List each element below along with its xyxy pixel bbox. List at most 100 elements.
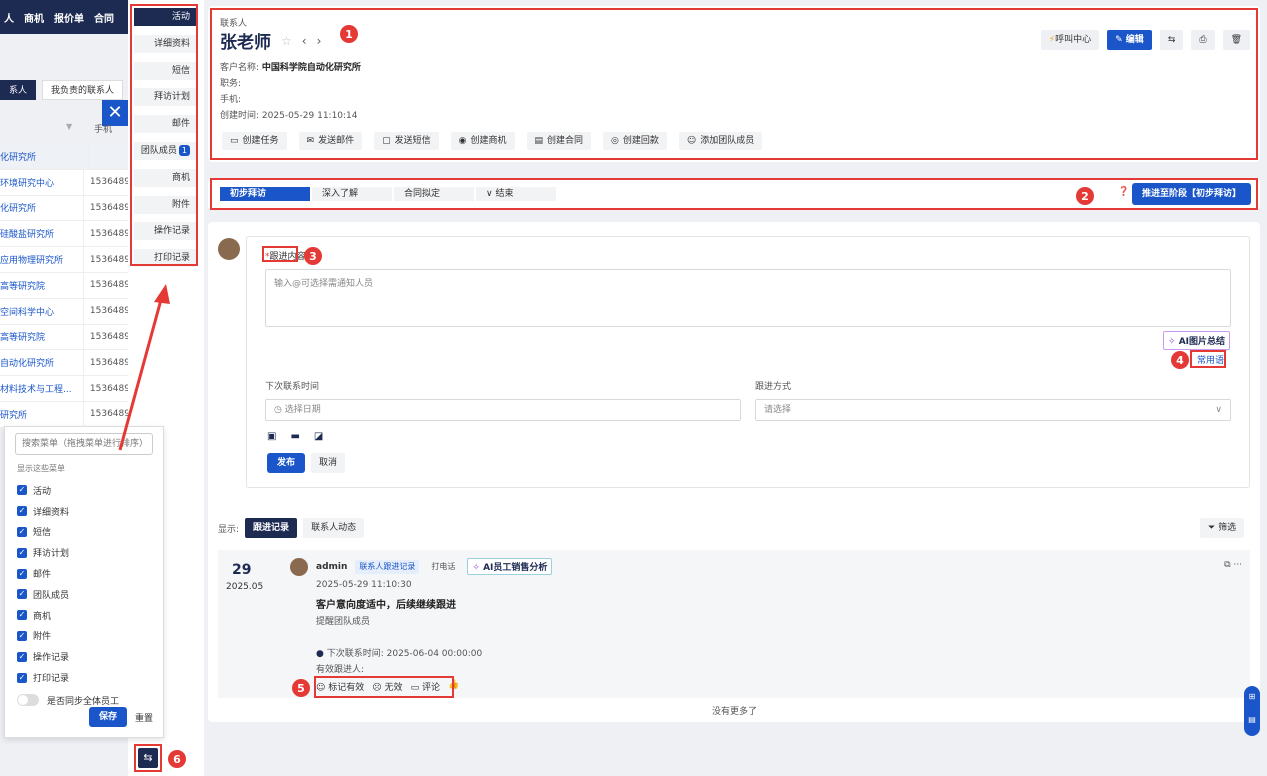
filter-button[interactable]: ⏷ 筛选 (1200, 518, 1245, 538)
nav-item-quote[interactable]: 报价单 (54, 10, 84, 25)
table-row[interactable]: 硅酸盐研究所 1536489 (0, 221, 130, 248)
image-icon[interactable]: ▣ (267, 431, 276, 442)
menu-checkbox-row[interactable]: ✓ 商机 (13, 605, 155, 626)
menu-checkbox-row[interactable]: ✓ 操作记录 (13, 646, 155, 667)
tab-contact-activity[interactable]: 联系人动态 (303, 518, 365, 538)
checkbox-icon[interactable]: ✓ (17, 672, 27, 683)
nav-item-opportunity[interactable]: 商机 (24, 10, 44, 25)
checkbox-icon[interactable]: ✓ (17, 651, 27, 662)
stage-item[interactable]: 初步拜访 (220, 187, 310, 201)
checkbox-icon[interactable]: ✓ (17, 568, 27, 579)
side-menu-item[interactable]: 短信 (134, 61, 196, 80)
chevron-down-icon: ∨ (486, 189, 493, 199)
add-team-member-button[interactable]: ☺ 添加团队成员 (678, 132, 763, 150)
menu-checkbox-row[interactable]: ✓ 打印记录 (13, 667, 155, 688)
target-icon: ◉ (458, 136, 467, 146)
avatar (290, 558, 308, 576)
delete-icon[interactable]: 🗑 (1222, 30, 1250, 50)
customer-value[interactable]: 中国科学院自动化研究所 (262, 63, 361, 73)
sort-caret-icon[interactable]: ▼ (66, 122, 72, 131)
ai-icon: ✧ (472, 563, 480, 573)
side-menu-item[interactable]: 打印记录 (134, 249, 196, 268)
grid-icon[interactable]: ⊞ (1244, 692, 1260, 701)
checkbox-icon[interactable]: ✓ (17, 506, 27, 517)
common-phrases-link[interactable]: 常用语 (1197, 353, 1224, 366)
create-contract-button[interactable]: ▤ 创建合同 (526, 132, 592, 150)
send-email-button[interactable]: ✉ 发送邮件 (298, 132, 363, 150)
nav-item[interactable]: 人 (4, 10, 14, 25)
method-label: 跟进方式 (755, 382, 792, 392)
print-icon[interactable]: ⎙ (1191, 30, 1215, 50)
book-icon[interactable]: ▤ (1244, 715, 1260, 724)
checkbox-icon[interactable]: ✓ (17, 485, 27, 496)
floating-toolbar[interactable]: ⊞ ▤ (1244, 686, 1260, 736)
table-row[interactable]: 环境研究中心 1536489 (0, 169, 130, 196)
table-row[interactable]: 应用物理研究所 1536489 (0, 247, 130, 273)
calendar-icon: ▭ (230, 136, 239, 146)
checkbox-icon[interactable]: ✓ (17, 589, 27, 600)
menu-checkbox-row[interactable]: ✓ 邮件 (13, 563, 155, 584)
reset-button[interactable]: 重置 (135, 711, 153, 724)
ai-analysis-button[interactable]: ✧ AI员工销售分析 (467, 558, 553, 575)
side-menu-item[interactable]: 邮件 (134, 115, 196, 134)
create-opportunity-button[interactable]: ◉ 创建商机 (450, 132, 515, 150)
side-menu-item[interactable]: 详细资料 (134, 34, 196, 53)
more-options-icon[interactable]: ⧉ ··· (1224, 560, 1242, 570)
folder-icon[interactable]: ▬ (290, 431, 299, 442)
publish-button[interactable]: 发布 (267, 453, 306, 473)
side-menu-item-team[interactable]: 团队成员 1 (134, 141, 196, 160)
tab-followup-records[interactable]: 跟进记录 (245, 518, 298, 538)
side-menu-item[interactable]: 操作记录 (134, 222, 196, 241)
prev-icon[interactable]: ‹ (302, 34, 307, 48)
menu-checkbox-row[interactable]: ✓ 活动 (13, 480, 155, 501)
checkbox-icon[interactable]: ✓ (17, 610, 27, 621)
next-icon[interactable]: › (317, 34, 322, 48)
send-sms-button[interactable]: ▢ 发送短信 (374, 132, 439, 150)
menu-checkbox-row[interactable]: ✓ 拜访计划 (13, 542, 155, 563)
checkbox-icon[interactable]: ✓ (17, 547, 27, 558)
side-menu-item[interactable]: 商机 (134, 168, 196, 187)
side-menu-item[interactable]: 附件 (134, 195, 196, 214)
menu-checkbox-row[interactable]: ✓ 短信 (13, 522, 155, 543)
mark-invalid-button[interactable]: ☹ 无效 (372, 680, 402, 693)
create-task-button[interactable]: ▭ 创建任务 (222, 132, 287, 150)
comment-button[interactable]: ▭ 评论 (411, 680, 440, 693)
stage-item[interactable]: 深入了解 (312, 187, 392, 201)
edit-button[interactable]: ✎ 编辑 (1107, 30, 1152, 50)
tab-my-contacts[interactable]: 我负责的联系人 (42, 80, 124, 100)
tab-contacts[interactable]: 系人 (0, 80, 37, 100)
menu-checkbox-row[interactable]: ✓ 详细资料 (13, 501, 155, 522)
menu-checkbox-row[interactable]: ✓ 附件 (13, 626, 155, 647)
mark-valid-button[interactable]: ☺ 标记有效 (316, 680, 364, 693)
side-menu-item[interactable]: 拜访计划 (134, 88, 196, 107)
table-row[interactable]: 化研究所 1536489 (0, 195, 130, 222)
advance-stage-button[interactable]: 推进至阶段【初步拜访】 (1132, 183, 1252, 205)
checkbox-icon[interactable]: ✓ (17, 526, 27, 537)
ai-summary-button[interactable]: ✧ AI图片总结 (1163, 331, 1231, 350)
cancel-button[interactable]: 取消 (311, 453, 346, 473)
checkbox-icon[interactable]: ✓ (17, 630, 27, 641)
table-row[interactable]: 化研究所 (0, 144, 130, 170)
sync-toggle[interactable] (17, 694, 39, 707)
help-icon[interactable]: ❓ (1118, 187, 1129, 197)
transfer-icon[interactable]: ⇆ (1159, 30, 1184, 50)
attachment-icon[interactable]: ◪ (314, 431, 323, 442)
like-icon[interactable]: 👍 (448, 680, 459, 693)
create-payment-button[interactable]: ◎ 创建回款 (603, 132, 667, 150)
side-menu-item[interactable]: 活动 (134, 8, 196, 26)
call-center-button[interactable]: ⚡呼叫中心 (1040, 30, 1100, 50)
star-icon[interactable]: ☆ (281, 34, 292, 48)
stage-item[interactable]: 合同拟定 (394, 187, 474, 201)
count-badge: 1 (178, 144, 190, 156)
stage-item-end[interactable]: ∨ 结束 (476, 187, 556, 201)
save-button[interactable]: 保存 (88, 707, 127, 727)
nav-item-contract[interactable]: 合同 (94, 10, 114, 25)
content-textarea[interactable]: 输入@可选择需通知人员 (265, 269, 1231, 327)
menu-settings-button[interactable]: ⇆ (138, 748, 158, 768)
side-menu: 活动 详细资料 短信 拜访计划 邮件 团队成员 1 商机 附件 操作记录 打印记录 (134, 8, 196, 276)
smile-icon: ☺ (316, 683, 326, 693)
record-next-contact: 下次联系时间: 2025-06-04 00:00:00 (326, 649, 483, 659)
method-select[interactable]: 请选择 ∨ (755, 399, 1231, 421)
next-time-picker[interactable]: ◷ 选择日期 (265, 399, 741, 421)
menu-checkbox-row[interactable]: ✓ 团队成员 (13, 584, 155, 605)
